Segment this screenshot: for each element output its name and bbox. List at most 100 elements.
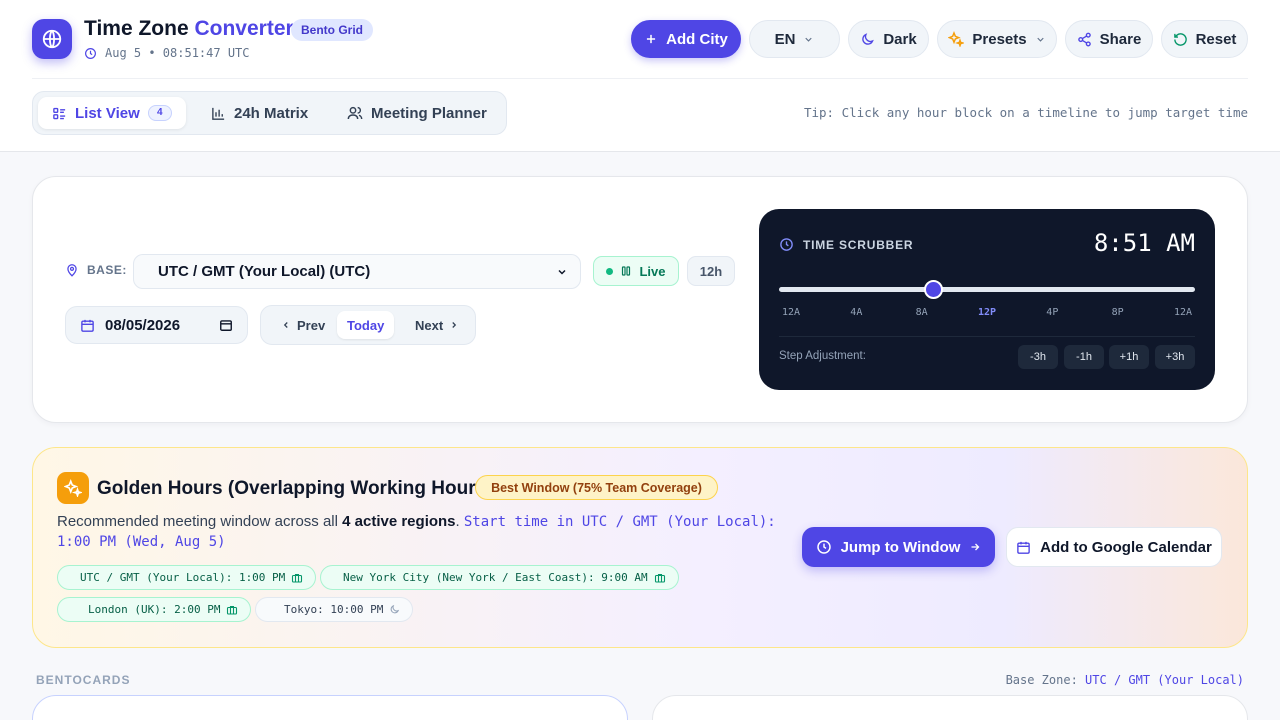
region-chip-tokyo: Tokyo: 10:00 PM — [255, 597, 414, 622]
scrubber-track[interactable] — [779, 287, 1195, 292]
share-button[interactable]: Share — [1065, 20, 1153, 58]
region-chip-text: New York City (New York / East Coast): 9… — [343, 571, 648, 584]
dark-mode-button[interactable]: Dark — [848, 20, 929, 58]
share-label: Share — [1099, 30, 1142, 48]
arrow-right-icon — [971, 543, 980, 551]
today-label: Today — [347, 317, 385, 333]
live-label: Live — [639, 263, 666, 279]
briefcase-icon — [654, 573, 665, 583]
golden-hours-title: Golden Hours (Overlapping Working Hours) — [97, 478, 493, 499]
globe-icon[interactable] — [32, 19, 72, 59]
chevron-left-icon — [283, 322, 288, 328]
language-select[interactable]: EN — [749, 20, 840, 58]
briefcase-icon — [292, 573, 303, 583]
region-chip-london: London (UK): 2:00 PM — [57, 597, 252, 622]
jump-to-window-label: Jump to Window — [840, 538, 961, 556]
best-window-badge: Best Window (75% Team Coverage) — [475, 475, 718, 500]
city-bento-card[interactable] — [652, 695, 1248, 720]
list-icon — [53, 107, 66, 119]
scrubber-tick-label: 12A — [781, 307, 801, 318]
date-value: 08/05/2026 — [105, 316, 181, 334]
bar-chart-icon — [212, 107, 225, 120]
region-chip-text: UTC / GMT (Your Local): 1:00 PM — [80, 571, 286, 584]
chevron-down-icon — [805, 37, 813, 42]
presets-button[interactable]: Presets — [937, 20, 1057, 58]
calendar-icon — [1017, 541, 1030, 554]
base-zone-select[interactable]: UTC / GMT (Your Local) (UTC) — [133, 254, 581, 289]
moon-icon — [862, 32, 875, 45]
step-plus-3h-button[interactable]: +3h — [1155, 345, 1195, 369]
live-dot-icon — [606, 267, 614, 275]
chevron-down-icon — [558, 269, 566, 275]
add-to-google-calendar-label: Add to Google Calendar — [1040, 538, 1212, 556]
scrubber-tick-label: 4P — [1046, 307, 1059, 318]
sparkles-icon — [57, 472, 89, 504]
region-chip-text: Tokyo: 10:00 PM — [284, 603, 384, 616]
top-bar: Time Zone Converter Bento Grid Aug 5 • 0… — [0, 0, 1280, 152]
live-toggle[interactable]: Live — [593, 256, 679, 286]
bentocards-section-title: BENTOCARDS — [36, 673, 131, 687]
clock-icon — [85, 47, 96, 59]
app-title: Time Zone Converter — [84, 17, 294, 41]
base-label-text: BASE: — [87, 263, 127, 277]
step-minus-1h-button[interactable]: -1h — [1064, 345, 1104, 369]
share-icon — [1077, 32, 1091, 46]
time-scrubber-title: TIME SCRUBBER — [779, 237, 913, 252]
view-tabs: List View 4 24h Matrix Meeting Planner — [32, 91, 507, 135]
scrubber-time-display: 8:51 AM — [1093, 229, 1195, 257]
users-icon — [347, 106, 363, 120]
tab-24h-matrix-label: 24h Matrix — [234, 104, 309, 122]
add-city-button[interactable]: Add City — [631, 20, 741, 58]
header-divider — [32, 78, 1248, 79]
map-pin-icon — [67, 264, 77, 277]
scrubber-separator — [779, 336, 1195, 337]
bento-grid-badge: Bento Grid — [291, 19, 373, 41]
pause-icon — [622, 266, 631, 276]
current-time-row: Aug 5 • 08:51:47 UTC — [84, 46, 250, 60]
current-time-text: Aug 5 • 08:51:47 UTC — [105, 46, 250, 60]
scrubber-tick-label: 12P — [977, 307, 997, 318]
golden-hours-description: Recommended meeting window across all 4 … — [57, 513, 776, 550]
today-button[interactable]: Today — [337, 311, 395, 339]
chevron-right-icon — [452, 322, 457, 328]
presets-label: Presets — [972, 30, 1027, 48]
base-zone-indicator-value: UTC / GMT (Your Local) — [1085, 673, 1244, 687]
reset-button[interactable]: Reset — [1161, 20, 1248, 58]
date-input[interactable]: 08/05/2026 — [65, 306, 248, 344]
clock-icon — [816, 540, 831, 554]
reset-label: Reset — [1195, 30, 1237, 48]
base-zone-value: UTC / GMT (Your Local) (UTC) — [158, 263, 371, 280]
app-title-accent: Converter — [194, 17, 294, 40]
time-format-toggle[interactable]: 12h — [687, 256, 735, 286]
briefcase-icon — [227, 605, 238, 615]
city-count-badge: 4 — [147, 105, 172, 121]
tab-meeting-planner[interactable]: Meeting Planner — [333, 97, 501, 129]
step-minus-3h-button[interactable]: -3h — [1018, 345, 1058, 369]
base-zone-indicator-label: Base Zone: — [1005, 673, 1078, 687]
calendar-picker-icon[interactable] — [219, 318, 233, 332]
step-plus-1h-button[interactable]: +1h — [1109, 345, 1149, 369]
date-navigation: Prev Today Next — [260, 305, 476, 345]
scrubber-tick-label: 8A — [915, 307, 928, 318]
region-chip-text: London (UK): 2:00 PM — [88, 603, 221, 616]
chevron-down-icon — [1036, 37, 1044, 42]
calendar-icon — [81, 319, 94, 332]
scrubber-thumb[interactable] — [923, 280, 943, 299]
time-scrubber-panel: TIME SCRUBBER 8:51 AM 12A 4A 8A 12P 4P 8P 12A … — [759, 209, 1215, 390]
city-bento-card[interactable] — [32, 695, 628, 720]
scrubber-tick-label: 8P — [1111, 307, 1124, 318]
add-city-label: Add City — [666, 30, 728, 48]
step-adjustment-label: Step Adjustment: — [779, 350, 866, 362]
app-title-main: Time Zone — [84, 17, 189, 40]
tab-meeting-planner-label: Meeting Planner — [371, 104, 487, 122]
add-to-google-calendar-button[interactable]: Add to Google Calendar — [1006, 527, 1222, 567]
time-scrubber-label: TIME SCRUBBER — [803, 237, 914, 252]
jump-to-window-button[interactable]: Jump to Window — [802, 527, 995, 567]
region-chip-new-york: New York City (New York / East Coast): 9… — [320, 565, 679, 590]
prev-day-button[interactable]: Prev — [271, 311, 335, 339]
desc-active-regions: 4 active regions — [342, 513, 456, 530]
tab-24h-matrix[interactable]: 24h Matrix — [197, 97, 322, 129]
tab-list-view[interactable]: List View 4 — [38, 97, 186, 129]
language-value: EN — [774, 30, 796, 48]
next-day-button[interactable]: Next — [405, 311, 469, 339]
